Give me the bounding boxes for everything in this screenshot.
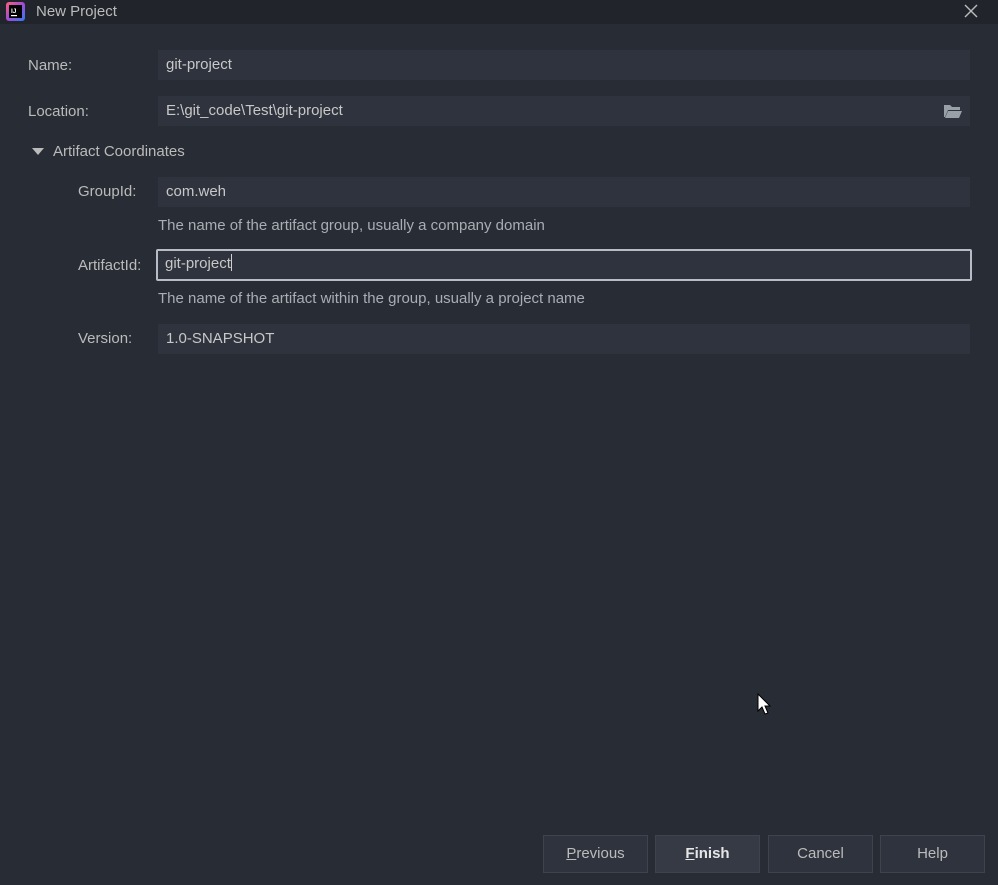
- name-input[interactable]: git-project: [158, 50, 970, 80]
- version-input[interactable]: 1.0-SNAPSHOT: [158, 324, 970, 354]
- groupid-input[interactable]: com.weh: [158, 177, 970, 207]
- artifactid-label: ArtifactId:: [78, 257, 142, 274]
- cancel-button[interactable]: Cancel: [768, 835, 873, 873]
- groupid-input-value: com.weh: [166, 183, 227, 200]
- groupid-hint: The name of the artifact group, usually …: [158, 217, 545, 234]
- window-title: New Project: [36, 3, 117, 20]
- new-project-dialog: IJ New Project Name: git-project Locatio…: [0, 0, 998, 885]
- location-input[interactable]: E:\git_code\Test\git-project: [158, 96, 970, 126]
- finish-mnemonic: F: [685, 845, 695, 862]
- finish-label: inish: [694, 845, 730, 862]
- triangle-down-icon: [32, 148, 44, 155]
- artifactid-hint: The name of the artifact within the grou…: [158, 290, 585, 307]
- location-input-value: E:\git_code\Test\git-project: [166, 102, 343, 119]
- artifactid-input-value: git-project: [165, 255, 231, 272]
- folder-open-icon[interactable]: [943, 102, 963, 120]
- artifactid-input[interactable]: git-project: [156, 249, 972, 281]
- groupid-label: GroupId:: [78, 183, 137, 200]
- cancel-label: Cancel: [797, 845, 844, 862]
- previous-button[interactable]: Previous: [543, 835, 648, 873]
- version-input-value: 1.0-SNAPSHOT: [166, 330, 275, 347]
- location-label: Location:: [28, 103, 89, 120]
- close-icon: [964, 4, 978, 18]
- intellij-idea-icon: IJ: [6, 2, 25, 21]
- title-bar: IJ New Project: [0, 0, 998, 24]
- svg-text:IJ: IJ: [11, 8, 17, 15]
- help-button[interactable]: Help: [880, 835, 985, 873]
- mouse-pointer-icon: [757, 693, 772, 715]
- finish-button[interactable]: Finish: [655, 835, 760, 873]
- name-input-value: git-project: [166, 56, 232, 73]
- help-label: Help: [917, 845, 948, 862]
- artifact-coordinates-label: Artifact Coordinates: [53, 143, 185, 160]
- previous-mnemonic: P: [566, 845, 577, 862]
- name-label: Name:: [28, 57, 73, 74]
- previous-label: revious: [576, 845, 625, 862]
- close-button[interactable]: [958, 0, 984, 24]
- text-caret: [230, 254, 232, 272]
- version-label: Version:: [78, 330, 133, 347]
